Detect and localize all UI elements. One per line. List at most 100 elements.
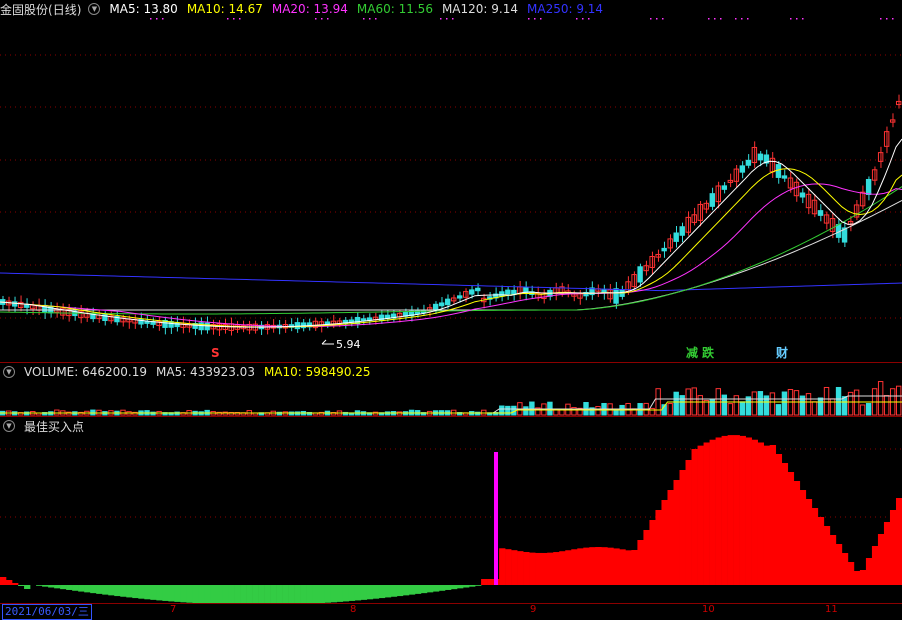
- volume-bar: [499, 405, 505, 416]
- signal-bar: [318, 585, 326, 604]
- axis-divider: [0, 603, 902, 604]
- volume-bar: [823, 386, 830, 416]
- signal-bar: [595, 547, 602, 585]
- volume-bar: [865, 403, 872, 416]
- stock-name: 金固股份: [0, 2, 49, 17]
- volume-bar: [745, 396, 752, 416]
- signal-bar: [264, 585, 271, 604]
- signal-dot: [714, 18, 716, 20]
- ma-indicator-5: MA250: 9.14: [527, 2, 604, 16]
- signal-bar: [709, 439, 716, 585]
- price-panel[interactable]: 金固股份(日线) ▼ MA5: 13.80 MA10: 14.67 MA20: 13…: [0, 0, 902, 362]
- collapse-signal-icon[interactable]: ▼: [3, 420, 15, 432]
- signal-bar: [535, 552, 542, 585]
- signal-bar: [781, 463, 789, 585]
- signal-header: ▼ 最佳买入点: [0, 417, 93, 435]
- candle-body: [12, 301, 18, 307]
- signal-dot: [802, 18, 804, 20]
- ma-indicator-1: MA10: 14.67: [186, 2, 263, 16]
- signal-bar: [174, 585, 181, 602]
- signal-dot: [375, 18, 377, 20]
- signal-bar: [402, 585, 410, 596]
- signal-bar: [751, 439, 758, 585]
- signal-bar: [90, 585, 97, 594]
- signal-bar: [0, 577, 7, 585]
- signal-bar: [877, 534, 885, 585]
- candle-body: [739, 165, 746, 173]
- ma-indicator-2: MA20: 13.94: [271, 2, 348, 16]
- signal-bar: [270, 585, 277, 604]
- volume-indicator-list: VOLUME: 646200.19 MA5: 433923.03 MA10: 598…: [24, 365, 380, 379]
- candle-body: [709, 193, 715, 207]
- buy-signal-spike: [494, 452, 498, 585]
- signal-bar: [679, 470, 686, 585]
- ma60-line: [0, 186, 902, 315]
- volume-bar: [769, 392, 776, 416]
- signal-bar: [438, 585, 446, 591]
- candle-body: [444, 298, 451, 306]
- main-header: 金固股份(日线) ▼ MA5: 13.80 MA10: 14.67 MA20: 13…: [0, 0, 612, 18]
- signal-chart[interactable]: [0, 417, 902, 604]
- signal-bar: [697, 445, 704, 585]
- signal-bar: [390, 585, 398, 597]
- stock-title[interactable]: 金固股份(日线): [0, 1, 81, 18]
- candle-body: [505, 289, 511, 295]
- candle-body: [865, 178, 872, 196]
- signal-bar: [457, 585, 464, 589]
- signal-bar: [6, 580, 13, 585]
- signal-bar: [775, 454, 783, 585]
- signal-dot: [650, 18, 652, 20]
- signal-bar: [120, 585, 127, 597]
- signal-bar: [673, 480, 680, 585]
- signal-bar: [246, 585, 253, 604]
- volume-bar: [667, 403, 673, 416]
- signal-bar: [72, 585, 79, 591]
- signal-dot: [708, 18, 710, 20]
- signal-bar: [210, 585, 217, 604]
- candle-body: [679, 226, 685, 236]
- signal-bar: [769, 445, 777, 585]
- signal-bar: [523, 551, 530, 585]
- signal-bar: [625, 550, 632, 585]
- signal-bar: [703, 442, 710, 585]
- candle-body: [475, 287, 481, 292]
- price-chart[interactable]: 5.94 S 减跌 财: [0, 0, 902, 362]
- signal-bar: [649, 520, 656, 585]
- volume-bar: [877, 381, 884, 416]
- signal-bar: [859, 570, 867, 585]
- x-tick-7: 7: [170, 604, 177, 615]
- signal-bar: [252, 585, 259, 604]
- volume-panel[interactable]: ▼ VOLUME: 646200.19 MA5: 433923.03 MA10: 5…: [0, 363, 902, 416]
- signal-bar: [384, 585, 392, 598]
- signal-bar: [342, 585, 350, 602]
- signal-bar: [96, 585, 103, 594]
- signal-bar: [613, 548, 620, 585]
- low-arrow-head: [321, 339, 327, 345]
- signal-bar: [895, 498, 902, 585]
- price-marker-1: 减: [686, 345, 698, 360]
- signal-bar: [685, 460, 692, 585]
- signal-panel[interactable]: ▼ 最佳买入点: [0, 417, 902, 604]
- signal-bar: [36, 585, 43, 586]
- signal-bar: [451, 585, 458, 590]
- signal-dot: [534, 18, 536, 20]
- signal-bar: [354, 585, 362, 601]
- volume-bar: [691, 387, 697, 416]
- signal-dot: [227, 18, 229, 20]
- signal-bar: [144, 585, 151, 600]
- signal-bar: [763, 445, 771, 585]
- signal-bar: [565, 550, 572, 585]
- signal-bar: [745, 437, 752, 585]
- signal-bar: [294, 585, 301, 604]
- collapse-volume-icon[interactable]: ▼: [3, 366, 15, 378]
- ma-indicator-4: MA120: 9.14: [441, 2, 518, 16]
- signal-bar: [793, 481, 801, 585]
- candle-body: [637, 266, 643, 283]
- signal-bar: [240, 585, 247, 604]
- signal-bar: [811, 508, 819, 585]
- candle-body: [613, 288, 619, 304]
- signal-bar: [126, 585, 133, 598]
- signal-bar: [420, 585, 428, 594]
- collapse-main-icon[interactable]: ▼: [88, 3, 101, 15]
- volume-bar: [895, 385, 902, 416]
